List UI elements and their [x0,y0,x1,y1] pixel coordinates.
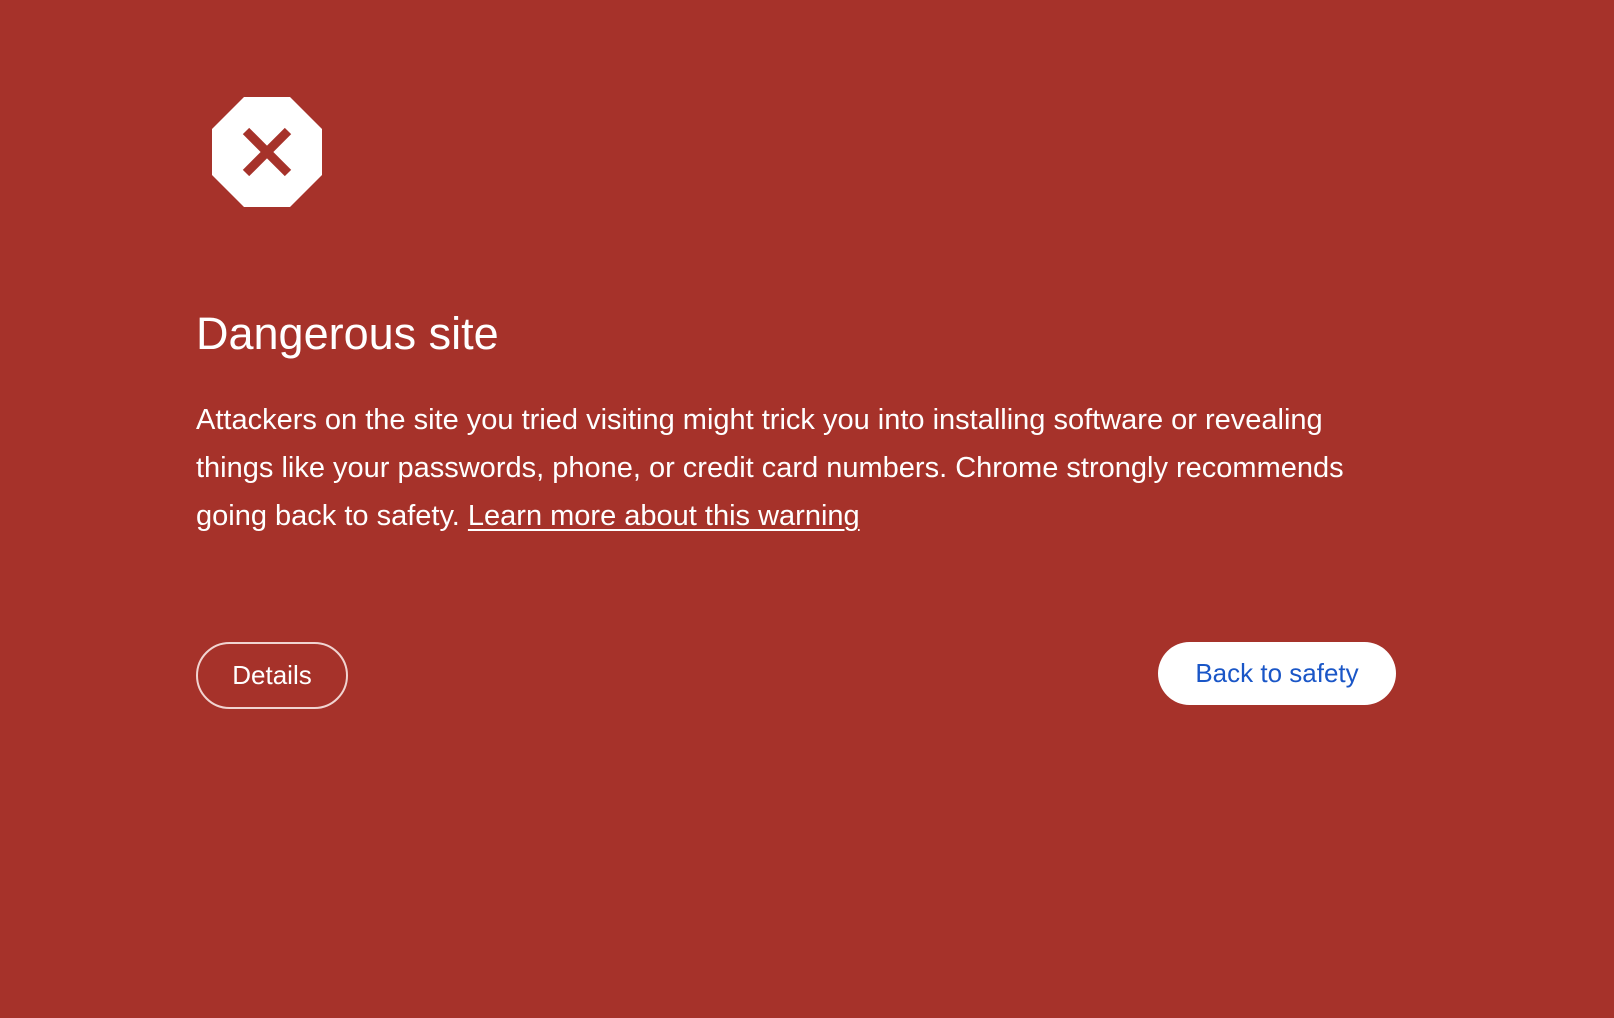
learn-more-link[interactable]: Learn more about this warning [468,500,860,532]
stop-sign-x-icon [212,97,322,207]
back-to-safety-button[interactable]: Back to safety [1158,642,1396,705]
interstitial-page: Dangerous site Attackers on the site you… [0,0,1614,1018]
page-title: Dangerous site [196,308,499,359]
details-button[interactable]: Details [196,642,348,709]
warning-description: Attackers on the site you tried visiting… [196,396,1386,540]
